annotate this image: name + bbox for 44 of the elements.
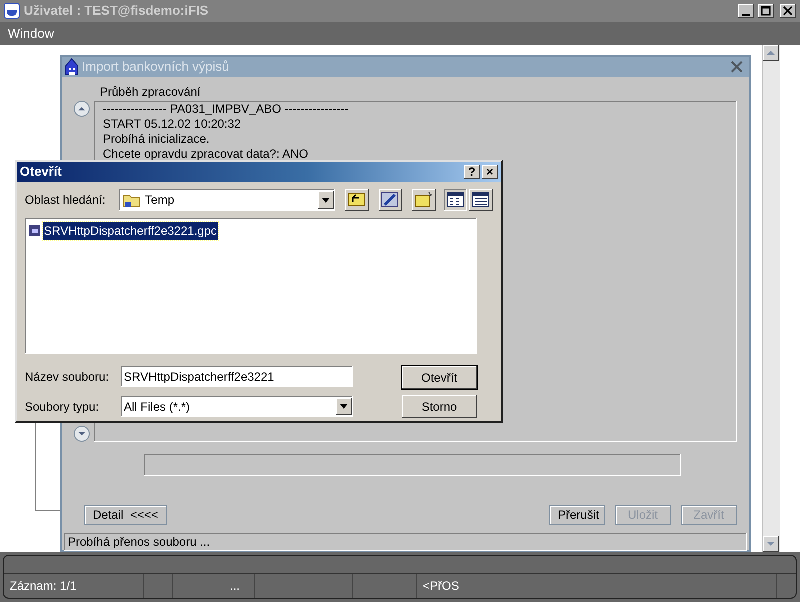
help-button[interactable]: ? <box>464 165 480 179</box>
building-icon <box>64 58 80 76</box>
desktop-icon[interactable] <box>378 189 402 211</box>
menu-item[interactable]: Window <box>6 24 56 44</box>
window-title: Uživatel : TEST@fisdemo:iFIS <box>24 2 210 20</box>
log-line: ---------------- PA031_IMPBV_ABO ---------------- <box>103 102 349 116</box>
dialog-button[interactable]: Storno <box>402 395 477 418</box>
look-in-value: Temp <box>145 192 176 209</box>
log-line: Chcete opravdu zpracovat data?: ANO <box>103 146 308 162</box>
file-type-value: All Files (*.*) <box>124 398 192 416</box>
close-button[interactable] <box>780 4 796 18</box>
app-icon <box>4 3 20 19</box>
minimize-icon <box>742 14 750 16</box>
status-field: <PřOS <box>423 577 460 595</box>
close-icon <box>782 5 794 17</box>
section-label: Průběh zpracování <box>100 84 201 100</box>
log-line: Probíhá inicializace. <box>103 132 210 146</box>
maximize-button[interactable] <box>758 4 774 18</box>
maximize-icon <box>760 5 772 17</box>
dialog-button[interactable]: Otevřít <box>402 366 477 389</box>
action-button[interactable]: Přerušit <box>549 504 605 524</box>
field-label: Oblast hledání: <box>25 192 107 209</box>
minimize-button[interactable] <box>738 4 754 18</box>
filename-field[interactable]: SRVHttpDispatcherff2e3221 <box>121 366 353 387</box>
file-type-dropdown[interactable]: All Files (*.*) <box>121 396 353 417</box>
status-field: Záznam: 1/1 <box>10 577 77 595</box>
file-icon <box>29 225 41 237</box>
action-button[interactable]: Detail <<<< <box>84 504 168 524</box>
window-title: Import bankovních výpisů <box>82 58 230 76</box>
status-text: Probíhá přenos souboru ... <box>64 532 747 550</box>
close-button[interactable]: × <box>482 165 498 179</box>
scroll-up-button[interactable] <box>74 100 90 116</box>
scroll-down-button[interactable] <box>74 426 90 442</box>
field-label: Název souboru: <box>25 368 110 386</box>
list-view-icon[interactable] <box>444 189 468 211</box>
log-line: START 05.12.02 10:20:32 <box>103 116 242 132</box>
new-folder-icon[interactable] <box>412 189 436 211</box>
details-view-icon[interactable] <box>469 189 493 211</box>
field-label: Soubory typu: <box>25 398 100 416</box>
file-item[interactable]: SRVHttpDispatcherff2e3221.gpc <box>43 222 218 240</box>
up-folder-icon[interactable] <box>345 189 369 211</box>
status-field: ... <box>230 577 240 595</box>
dialog-title: Otevřít <box>20 163 63 182</box>
look-in-dropdown[interactable]: Temp <box>119 189 336 211</box>
